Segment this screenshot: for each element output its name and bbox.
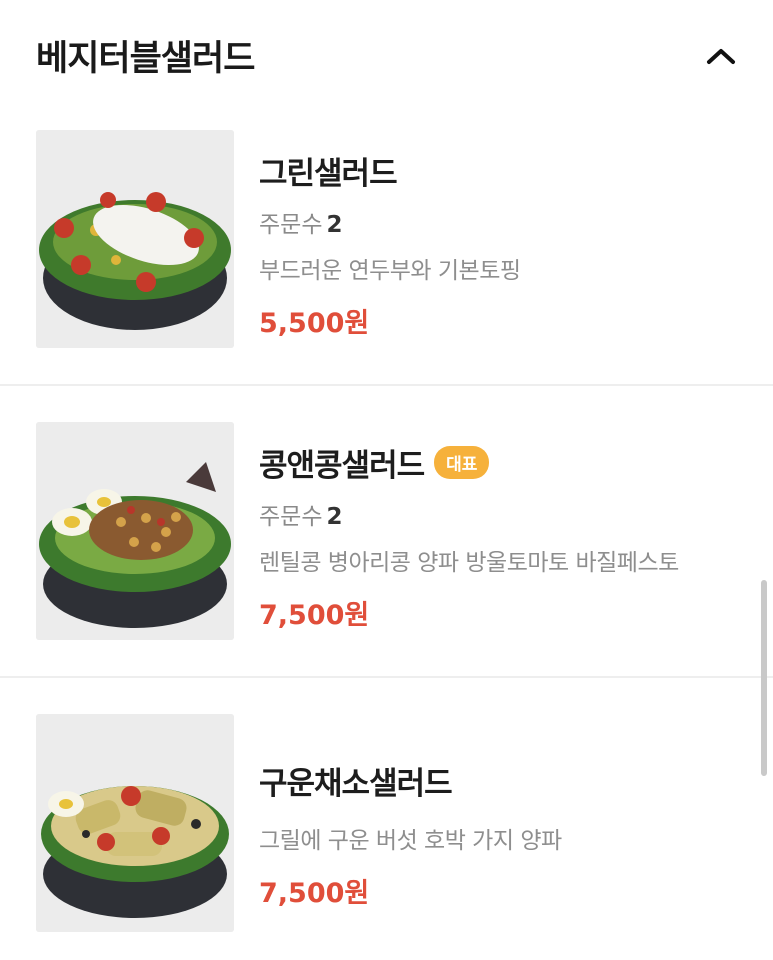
scrollbar[interactable]: [761, 580, 767, 776]
divider: [0, 676, 773, 678]
salad-bowl-image: [36, 422, 234, 640]
signature-badge: 대표: [434, 446, 490, 479]
menu-item-green-salad[interactable]: 그린샐러드 주문수 2 부드러운 연두부와 기본토핑 5,500원: [0, 130, 773, 360]
item-price: 7,500원: [259, 600, 370, 631]
order-count: 주문수 2: [259, 504, 343, 530]
divider: [0, 384, 773, 386]
section-header[interactable]: 베지터블샐러드: [0, 0, 773, 110]
item-image: [36, 130, 234, 348]
chevron-up-icon: [707, 49, 735, 64]
item-price: 7,500원: [259, 878, 370, 909]
item-description: 부드러운 연두부와 기본토핑: [259, 258, 521, 284]
item-description: 그릴에 구운 버섯 호박 가지 양파: [259, 828, 562, 854]
order-count: 주문수 2: [259, 212, 343, 238]
item-image: [36, 422, 234, 640]
salad-bowl-image: [36, 714, 234, 932]
salad-bowl-image: [36, 130, 234, 348]
item-price: 5,500원: [259, 308, 370, 339]
item-name: 구운채소샐러드: [259, 766, 453, 802]
item-name: 그린샐러드: [259, 156, 398, 192]
menu-item-bean-salad[interactable]: 콩앤콩샐러드 대표 주문수 2 렌틸콩 병아리콩 양파 방울토마토 바질페스토 7,…: [0, 422, 773, 652]
section-title: 베지터블샐러드: [36, 39, 255, 79]
item-description: 렌틸콩 병아리콩 양파 방울토마토 바질페스토: [259, 550, 679, 576]
item-name: 콩앤콩샐러드 대표: [259, 440, 679, 485]
menu-item-grilled-veg-salad[interactable]: 구운채소샐러드 그릴에 구운 버섯 호박 가지 양파 7,500원: [0, 714, 773, 944]
collapse-button[interactable]: [698, 36, 744, 76]
item-image: [36, 714, 234, 932]
